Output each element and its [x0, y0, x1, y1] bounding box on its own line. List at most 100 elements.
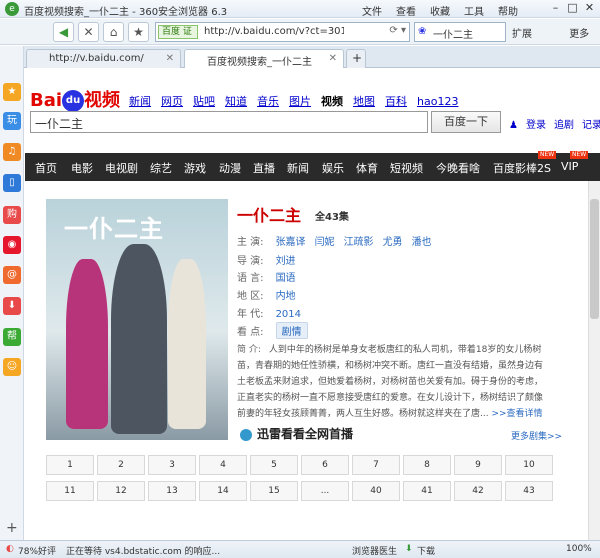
episode-button[interactable]: 10 [505, 455, 553, 475]
download-icon[interactable]: ⬇ [3, 297, 21, 315]
category-item[interactable]: 短视频 [390, 160, 423, 176]
page-scrollbar[interactable] [588, 181, 600, 540]
category-item[interactable]: 直播 [253, 160, 275, 176]
episode-button[interactable]: 13 [148, 481, 196, 501]
nav-link[interactable]: 地图 [353, 95, 375, 108]
cast-link[interactable]: 尤勇 [383, 237, 403, 248]
nav-link[interactable]: 新闻 [129, 95, 151, 108]
episode-button[interactable]: 42 [454, 481, 502, 501]
cast-link[interactable]: 潘也 [412, 237, 432, 248]
extensions-button[interactable]: 扩展 [512, 29, 532, 40]
episode-button[interactable]: 3 [148, 455, 196, 475]
zoom-level[interactable]: 100% [566, 544, 592, 554]
rating-text[interactable]: 78%好评 [18, 544, 56, 557]
browser-search-query[interactable]: 一仆二主 [433, 26, 473, 41]
menu-favorites[interactable]: 收藏 [430, 7, 450, 18]
episode-button[interactable]: 7 [352, 455, 400, 475]
browser-search-box[interactable]: ❀ 一仆二主 [414, 22, 506, 42]
add-icon[interactable]: + [6, 520, 18, 536]
menu-help[interactable]: 帮助 [498, 7, 518, 18]
category-item[interactable]: 综艺 [150, 160, 172, 176]
login-link[interactable]: 登录 [526, 120, 546, 131]
nav-link[interactable]: 网页 [161, 95, 183, 108]
view-details-link[interactable]: >>查看详情 [491, 409, 542, 419]
cast-link[interactable]: 江疏影 [344, 237, 374, 248]
nav-link[interactable]: 音乐 [257, 95, 279, 108]
shop-icon[interactable]: 购 [3, 206, 21, 224]
episode-button[interactable]: 14 [199, 481, 247, 501]
music-icon[interactable]: ♫ [3, 143, 21, 161]
menu-view[interactable]: 查看 [396, 7, 416, 18]
show-title[interactable]: 一仆二主 [237, 202, 301, 226]
download-button[interactable]: 下载 [417, 544, 435, 557]
favorite-star-button[interactable]: ★ [128, 22, 149, 42]
episode-button[interactable]: 41 [403, 481, 451, 501]
episode-button[interactable]: 9 [454, 455, 502, 475]
nav-link[interactable]: 百科 [385, 95, 407, 108]
new-tab-button[interactable]: + [346, 49, 366, 68]
episode-button[interactable]: 5 [250, 455, 298, 475]
play-icon[interactable]: 玩 [3, 112, 21, 130]
category-item[interactable]: 今晚看啥 [436, 160, 480, 176]
episode-button[interactable]: 2 [97, 455, 145, 475]
address-bar[interactable]: 百度 证 http://v.baidu.com/v?ct=30189 ⟳ ▾ [155, 22, 410, 42]
nav-link[interactable]: 图片 [289, 95, 311, 108]
episode-button[interactable]: 11 [46, 481, 94, 501]
episode-ellipsis[interactable]: ... [301, 481, 349, 501]
home-button[interactable]: ⌂ [103, 22, 124, 42]
nav-link[interactable]: 知道 [225, 95, 247, 108]
director-link[interactable]: 刘进 [276, 256, 296, 267]
book-icon[interactable]: ▯ [3, 174, 21, 192]
cast-link[interactable]: 闫妮 [315, 237, 335, 248]
category-item[interactable]: 新闻 [287, 160, 309, 176]
tab-search-results[interactable]: 百度视频搜索_一仆二主 ✕ [184, 49, 344, 68]
episode-button[interactable]: 1 [46, 455, 94, 475]
episode-button[interactable]: 40 [352, 481, 400, 501]
more-episodes-link[interactable]: 更多剧集>> [511, 429, 562, 442]
episode-button[interactable]: 6 [301, 455, 349, 475]
nav-link[interactable]: hao123 [417, 95, 458, 108]
tab-close-icon[interactable]: ✕ [329, 53, 337, 64]
category-item[interactable]: 百度影棒2S [493, 160, 551, 176]
minimize-icon[interactable]: – [547, 1, 564, 14]
browser-doctor[interactable]: 浏览器医生 [352, 544, 397, 557]
show-poster[interactable]: 一仆二主 [46, 199, 228, 440]
episode-button[interactable]: 4 [199, 455, 247, 475]
region-link[interactable]: 内地 [276, 291, 296, 302]
year-link[interactable]: 2014 [276, 309, 301, 320]
more-button[interactable]: 更多 [569, 29, 589, 40]
follow-link[interactable]: 追剧 [554, 120, 574, 131]
search-button[interactable]: 百度一下 [431, 111, 501, 133]
episode-button[interactable]: 12 [97, 481, 145, 501]
category-item[interactable]: 动漫 [219, 160, 241, 176]
star-icon[interactable]: ★ [3, 83, 21, 101]
episode-button[interactable]: 15 [250, 481, 298, 501]
category-item[interactable]: VIP [561, 160, 578, 173]
url-text[interactable]: http://v.baidu.com/v?ct=30189 [204, 26, 344, 37]
maximize-icon[interactable]: □ [564, 1, 581, 14]
language-link[interactable]: 国语 [276, 273, 296, 284]
cast-link[interactable]: 张嘉译 [276, 237, 306, 248]
category-item[interactable]: 游戏 [184, 160, 206, 176]
episode-button[interactable]: 43 [505, 481, 553, 501]
tab-baidu-home[interactable]: http://v.baidu.com/✕ [26, 49, 181, 68]
baidu-video-logo[interactable]: Bai du 视频 [30, 86, 120, 112]
category-item[interactable]: 首页 [35, 160, 57, 176]
mail-icon[interactable]: @ [3, 266, 21, 284]
help-icon[interactable]: 帮 [3, 328, 21, 346]
genre-tag[interactable]: 剧情 [275, 322, 308, 339]
smile-icon[interactable]: ☺ [3, 358, 21, 376]
close-icon[interactable]: ✕ [581, 1, 598, 14]
tab-close-icon[interactable]: ✕ [166, 53, 174, 64]
stop-button[interactable]: ✕ [78, 22, 99, 42]
weibo-icon[interactable]: ◉ [3, 236, 21, 254]
category-item[interactable]: 娱乐 [322, 160, 344, 176]
episode-button[interactable]: 8 [403, 455, 451, 475]
category-item[interactable]: 体育 [356, 160, 378, 176]
menu-tools[interactable]: 工具 [464, 7, 484, 18]
menu-file[interactable]: 文件 [362, 7, 382, 18]
category-item[interactable]: 电影 [71, 160, 93, 176]
back-button[interactable]: ◀ [53, 22, 74, 42]
history-link[interactable]: 记录 [582, 120, 600, 131]
scrollbar-thumb[interactable] [590, 199, 599, 319]
